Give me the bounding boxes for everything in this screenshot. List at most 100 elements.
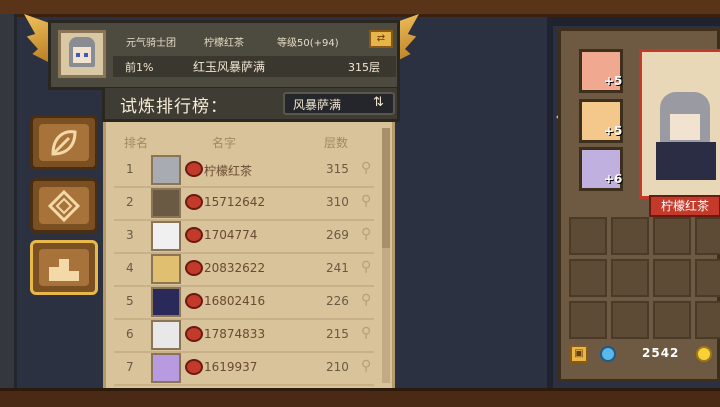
row-score: 215 (326, 327, 349, 341)
podium-icon (49, 259, 79, 281)
mode-button-label: 风暴萨满 (293, 98, 342, 112)
inventory-cell[interactable] (695, 259, 720, 297)
table-row[interactable]: 3 1704774 269 ⚲ (114, 220, 374, 254)
inventory-cell[interactable] (611, 259, 649, 297)
refresh-icon: ⇅ (373, 95, 384, 110)
ranking-title: 试炼排行榜： (120, 97, 228, 117)
player-name: 柠檬红茶 (204, 38, 244, 49)
inventory-cell[interactable] (695, 301, 720, 339)
inventory-cell[interactable] (569, 259, 607, 297)
player-avatar (151, 221, 181, 251)
ranking-list[interactable]: 排名 名字 层数 1 柠檬红茶 315 ⚲ 2 15712642 310 ⚲ 3… (103, 122, 395, 388)
character-portrait (639, 49, 720, 199)
search-icon[interactable]: ⚲ (361, 358, 371, 374)
badge-icon (185, 194, 203, 210)
row-rank: 6 (126, 327, 134, 341)
badge-icon (185, 293, 203, 309)
inventory-cell[interactable] (653, 259, 691, 297)
inventory-cell[interactable] (611, 301, 649, 339)
slot-level: +5 (604, 74, 623, 88)
player-avatar (151, 320, 181, 350)
row-name: 16802416 (204, 294, 266, 308)
table-row[interactable]: 1 柠檬红茶 315 ⚲ (114, 154, 374, 188)
gem-icon (600, 346, 616, 362)
inventory-grid (569, 217, 720, 345)
player-level: 等级50(+94) (277, 38, 339, 49)
badge-icon (185, 326, 203, 342)
guild-name: 元气骑士团 (126, 38, 176, 49)
left-frame (0, 14, 17, 388)
bottom-frame (0, 388, 720, 407)
top-frame (0, 0, 720, 17)
inventory-cell[interactable] (569, 217, 607, 255)
search-icon[interactable]: ⚲ (361, 292, 371, 308)
equipment-slot-helmet[interactable]: +5 (579, 49, 623, 93)
tab-leaf[interactable] (30, 115, 98, 170)
search-icon[interactable]: ⚲ (361, 325, 371, 341)
coin-icon (696, 346, 712, 362)
row-score: 315 (326, 162, 349, 176)
currency-bar: ▣ 2542 (570, 343, 720, 365)
table-row[interactable]: 4 20832622 241 ⚲ (114, 253, 374, 287)
row-score: 226 (326, 294, 349, 308)
row-rank: 3 (126, 228, 134, 242)
row-name: 1619937 (204, 360, 258, 374)
gem-count: 2542 (642, 346, 680, 360)
player-avatar[interactable] (58, 30, 106, 78)
row-name: 20832622 (204, 261, 266, 275)
record-floor: 315层 (348, 61, 380, 74)
equipment-slot-boots[interactable]: +6 (579, 147, 623, 191)
inventory-cell[interactable] (611, 217, 649, 255)
player-header: 元气骑士团 柠檬红茶 等级50(+94) ⇄ 前1% 红玉风暴萨满 315层 (48, 20, 400, 90)
search-icon[interactable]: ⚲ (361, 226, 371, 242)
table-row[interactable]: 6 17874833 215 ⚲ (114, 319, 374, 353)
inventory-cell[interactable] (653, 217, 691, 255)
tab-leaderboard[interactable] (30, 240, 98, 295)
row-name: 柠檬红茶 (204, 164, 253, 178)
slot-level: +5 (604, 124, 623, 138)
column-rank: 排名 (124, 136, 149, 150)
badge-icon (185, 227, 203, 243)
equipment-slot-armor[interactable]: +5 (579, 99, 623, 143)
inventory-cell[interactable] (695, 217, 720, 255)
table-row[interactable]: 7 1619937 210 ⚲ (114, 352, 374, 386)
badge-icon (185, 260, 203, 276)
sync-icon[interactable]: ⇄ (369, 30, 393, 48)
inventory-cell[interactable] (653, 301, 691, 339)
character-panel: +5 +5 +6 柠檬红茶 (558, 28, 720, 382)
lock-icon[interactable]: ▣ (570, 345, 588, 363)
record-mode-title: 红玉风暴萨满 (193, 60, 266, 74)
row-rank: 2 (126, 195, 134, 209)
table-row[interactable]: 5 16802416 226 ⚲ (114, 286, 374, 320)
table-row[interactable]: 2 15712642 310 ⚲ (114, 187, 374, 221)
row-rank: 7 (126, 360, 134, 374)
search-icon[interactable]: ⚲ (361, 259, 371, 275)
row-rank: 4 (126, 261, 134, 275)
player-avatar (151, 254, 181, 284)
row-name: 1704774 (204, 228, 258, 242)
row-score: 310 (326, 195, 349, 209)
row-name: 15712642 (204, 195, 266, 209)
percentile-label: 前1% (125, 61, 154, 74)
player-best-record: 前1% 红玉风暴萨满 315层 (113, 56, 396, 77)
search-icon[interactable]: ⚲ (361, 160, 371, 176)
row-rank: 5 (126, 294, 134, 308)
diamond-icon (47, 189, 81, 223)
row-score: 210 (326, 360, 349, 374)
mode-select-button[interactable]: 风暴萨满 ⇅ (283, 92, 395, 115)
player-avatar (151, 353, 181, 383)
ranking-title-bar: 试炼排行榜： 风暴萨满 ⇅ (102, 88, 400, 122)
slot-level: +6 (604, 172, 623, 186)
scrollbar-thumb[interactable] (382, 128, 390, 248)
tab-diamond[interactable] (30, 178, 98, 233)
search-icon[interactable]: ⚲ (361, 193, 371, 209)
row-rank: 1 (126, 162, 134, 176)
character-name: 柠檬红茶 (649, 195, 720, 217)
inventory-cell[interactable] (569, 301, 607, 339)
player-avatar (151, 155, 181, 185)
column-score: 层数 (324, 136, 349, 150)
row-score: 241 (326, 261, 349, 275)
badge-icon (185, 359, 203, 375)
player-avatar (151, 188, 181, 218)
column-name: 名字 (212, 136, 237, 150)
